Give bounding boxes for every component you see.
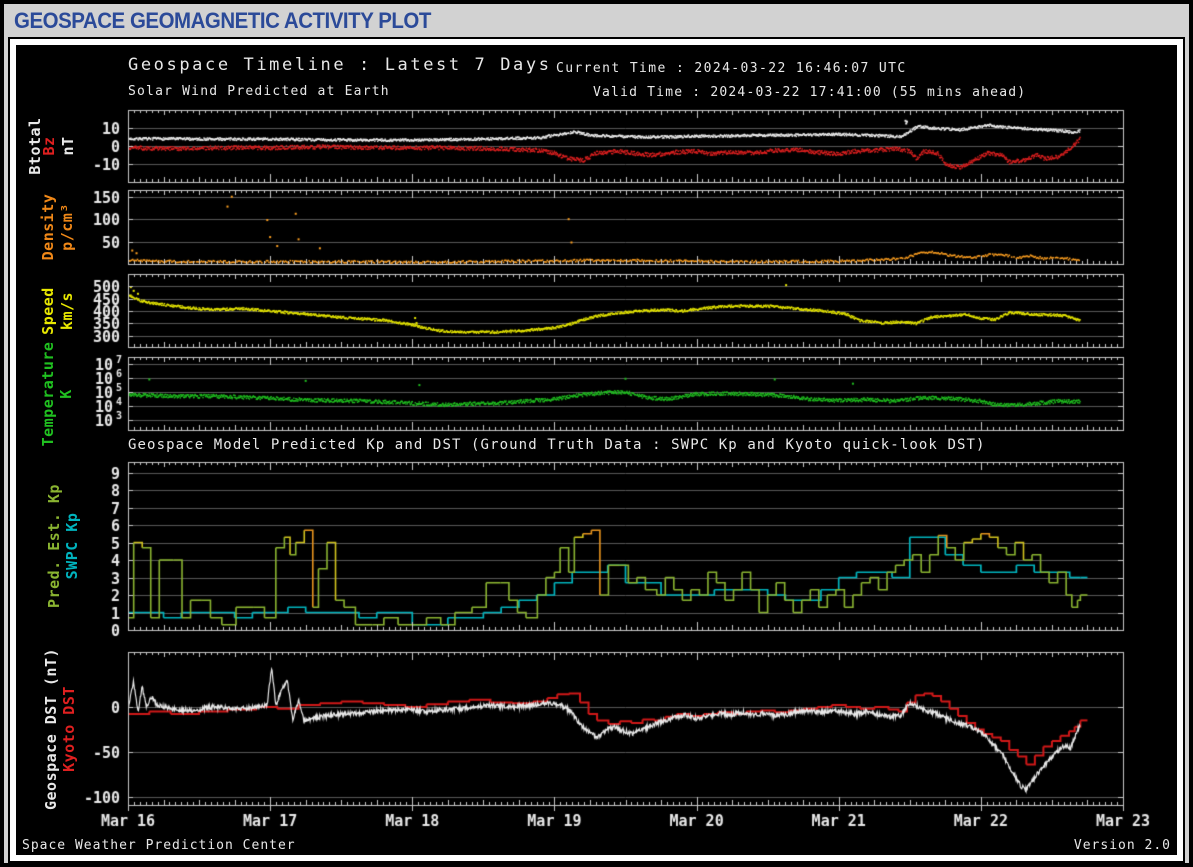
y-axis-label-speed-1: km/s xyxy=(58,291,76,330)
y-axis-label-temperature-1: K xyxy=(57,388,75,399)
valid-time: Valid Time : 2024-03-22 17:41:00 (55 min… xyxy=(593,85,1027,100)
plot-title: Geospace Timeline : Latest 7 Days xyxy=(128,55,552,75)
y-axis-label-density-0: Density xyxy=(39,193,57,261)
y-axis-label-dst-0: Geospace DST (nT) xyxy=(42,647,60,810)
page-title: GEOSPACE GEOMAGNETIC ACTIVITY PLOT xyxy=(14,8,431,33)
y-axis-label-solar-wind-b-2: nT xyxy=(59,136,77,156)
current-time: Current Time : 2024-03-22 16:46:07 UTC xyxy=(556,61,907,76)
y-axis-label-solar-wind-b-1: Bz xyxy=(40,136,58,156)
y-axis-label-dst-1: Kyoto DST xyxy=(60,685,78,772)
plot-frame: Geospace Timeline : Latest 7 Days Curren… xyxy=(8,37,1185,863)
geospace-activity-page: GEOSPACE GEOMAGNETIC ACTIVITY PLOT Geosp… xyxy=(0,0,1193,867)
footer-version: Version 2.0 xyxy=(1073,838,1171,853)
y-axis-label-density-1: p/cm³ xyxy=(58,203,76,251)
footer-source: Space Weather Prediction Center xyxy=(22,838,296,853)
y-axis-label-kp-1: SWPC Kp xyxy=(63,512,81,580)
kp-section-title: Geospace Model Predicted Kp and DST (Gro… xyxy=(128,437,986,453)
y-axis-label-speed-0: Speed xyxy=(39,286,57,335)
geospace-plot: Geospace Timeline : Latest 7 Days Curren… xyxy=(16,45,1177,855)
y-axis-label-temperature-0: Temperature xyxy=(39,341,57,446)
solar-wind-subtitle: Solar Wind Predicted at Earth xyxy=(128,84,390,99)
y-axis-label-kp-0: Pred. Est. Kp xyxy=(45,484,63,608)
